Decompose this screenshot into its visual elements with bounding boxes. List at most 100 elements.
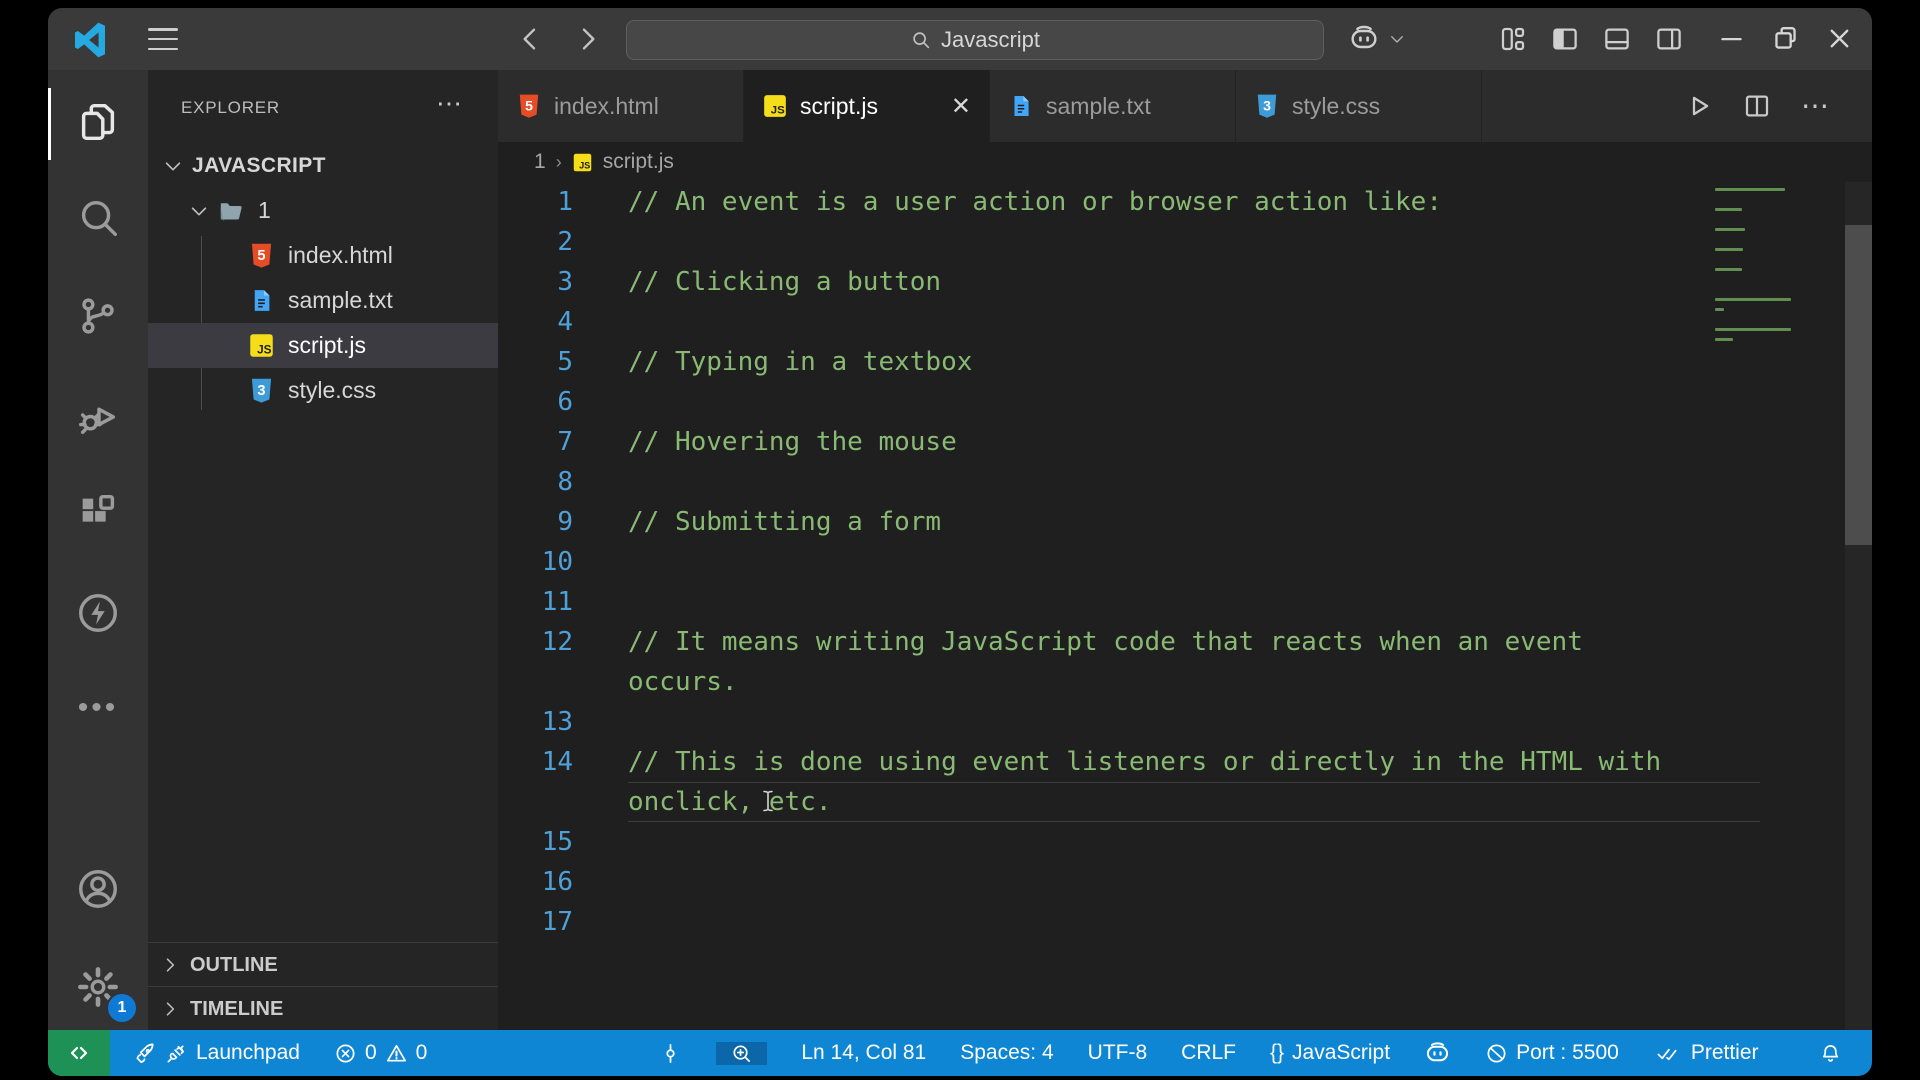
warning-icon [385,1042,408,1065]
code-line-6[interactable]: 6 [498,382,1872,422]
more-views-icon[interactable]: ••• [75,693,121,744]
js-file-icon: JS [248,332,275,359]
run-file-icon[interactable] [1684,91,1714,121]
minimap[interactable] [1715,188,1795,588]
line-number: 8 [557,467,573,497]
line-number: 12 [541,627,573,657]
nav-back-icon[interactable] [514,23,546,55]
encoding-status[interactable]: UTF-8 [1088,1041,1148,1065]
code-editor[interactable]: 1 // An event is a user action or browser… [498,182,1872,1030]
launchpad-status[interactable]: Launchpad [134,1041,300,1065]
window-close-button[interactable] [1824,23,1855,54]
line-number [498,782,573,822]
code-line-10[interactable]: 10 [498,542,1872,582]
close-tab-icon[interactable]: ✕ [941,92,971,121]
tab-label: index.html [554,92,659,119]
chevron-down-icon [188,200,210,222]
svg-text:3: 3 [257,383,265,399]
cursor-position-status[interactable]: Ln 14, Col 81 [801,1041,926,1065]
tree-root-javascript[interactable]: JAVASCRIPT [148,143,512,188]
window-minimize-button[interactable] [1716,23,1747,54]
editor-more-actions-icon[interactable]: ⋯ [1800,91,1830,121]
breadcrumb[interactable]: 1 › JS script.js [498,142,1872,182]
status-bar: Launchpad 0 0 Ln 14, Col 81 Spaces: 4 UT… [48,1030,1872,1076]
extensions-icon[interactable] [75,490,121,536]
minimap-line [1715,228,1745,231]
copilot-status[interactable] [1424,1040,1451,1067]
notifications-status[interactable] [1819,1042,1842,1065]
code-line-2[interactable]: 2 [498,222,1872,262]
vertical-scrollbar[interactable] [1845,182,1872,1030]
command-center-search[interactable]: Javascript [626,20,1324,60]
breadcrumb-file[interactable]: script.js [603,150,674,174]
toggle-primary-sidebar-icon[interactable] [1550,24,1580,54]
menu-hamburger-icon[interactable] [148,28,178,50]
indentation-status[interactable]: Spaces: 4 [960,1041,1053,1065]
code-line-4[interactable]: 4 [498,302,1872,342]
chevron-down-icon [1388,30,1406,48]
zoom-in-icon [730,1042,753,1065]
code-line-12[interactable]: 12 // It means writing JavaScript code th… [498,622,1872,662]
cursor-position-label: Ln 14, Col 81 [801,1041,927,1064]
explorer-actions-icon[interactable]: ⋯ [436,88,462,119]
code-line-14[interactable]: 14 // This is done using event listeners … [498,742,1872,782]
code-line-15[interactable]: 15 [498,822,1872,862]
code-text: onclick, etc. [628,782,1760,822]
search-view-icon[interactable] [75,196,121,242]
customize-layout-icon[interactable] [1498,24,1528,54]
line-number [498,662,573,702]
remote-indicator[interactable] [48,1030,110,1076]
explorer-icon[interactable] [75,99,121,145]
code-line-17[interactable]: 17 [498,902,1872,942]
tab-index.html[interactable]: 5 index.html [498,70,744,142]
source-control-icon[interactable] [75,293,121,339]
code-line-9[interactable]: 9 // Submitting a form [498,502,1872,542]
chevron-right-icon [160,999,180,1019]
eol-status[interactable]: CRLF [1181,1041,1236,1065]
toggle-secondary-sidebar-icon[interactable] [1654,24,1684,54]
code-line-8[interactable]: 8 [498,462,1872,502]
error-count: 0 [364,1041,377,1064]
copilot-icon [1348,23,1380,55]
file-name: index.html [288,242,393,268]
scrollbar-slider[interactable] [1845,225,1872,545]
code-line-13[interactable]: 13 [498,702,1872,742]
split-editor-icon[interactable] [1742,91,1772,121]
problems-status[interactable]: 0 0 [334,1041,427,1065]
toggle-panel-icon[interactable] [1602,24,1632,54]
line-number: 1 [557,187,573,217]
timeline-section[interactable]: TIMELINE [148,986,498,1031]
run-debug-icon[interactable] [75,392,121,438]
copilot-menu[interactable] [1348,23,1406,55]
line-number: 4 [557,307,573,337]
language-label: JavaScript [1292,1041,1391,1064]
code-line-wrap[interactable]: onclick, etc. [498,782,1872,822]
nav-forward-icon[interactable] [572,23,604,55]
tree-folder-1[interactable]: 1 [148,188,538,233]
prettier-status[interactable]: Prettier [1653,1041,1759,1065]
rocket-icon [134,1042,157,1065]
line-number: 15 [541,827,573,857]
code-line-5[interactable]: 5 // Typing in a textbox [498,342,1872,382]
breadcrumb-folder[interactable]: 1 [534,150,546,174]
port-status[interactable]: Port : 5500 [1485,1041,1619,1065]
code-line-7[interactable]: 7 // Hovering the mouse [498,422,1872,462]
window-restore-button[interactable] [1770,23,1801,54]
tab-sample.txt[interactable]: sample.txt [990,70,1236,142]
code-line-11[interactable]: 11 [498,582,1872,622]
account-icon[interactable] [75,866,121,912]
txt-file-icon [1008,93,1034,119]
tab-script.js[interactable]: JS script.js ✕ [744,70,990,142]
language-status[interactable]: {} JavaScript [1270,1041,1390,1065]
screencast-indicator[interactable] [659,1042,682,1065]
code-line-3[interactable]: 3 // Clicking a button [498,262,1872,302]
eol-label: CRLF [1181,1041,1236,1064]
tab-style.css[interactable]: 3 style.css [1236,70,1482,142]
live-server-icon[interactable] [75,590,121,636]
code-line-16[interactable]: 16 [498,862,1872,902]
outline-section[interactable]: OUTLINE [148,942,498,987]
zoom-status[interactable] [716,1041,768,1065]
code-line-wrap[interactable]: occurs. [498,662,1872,702]
code-line-1[interactable]: 1 // An event is a user action or browser… [498,182,1872,222]
line-number: 14 [541,747,573,777]
